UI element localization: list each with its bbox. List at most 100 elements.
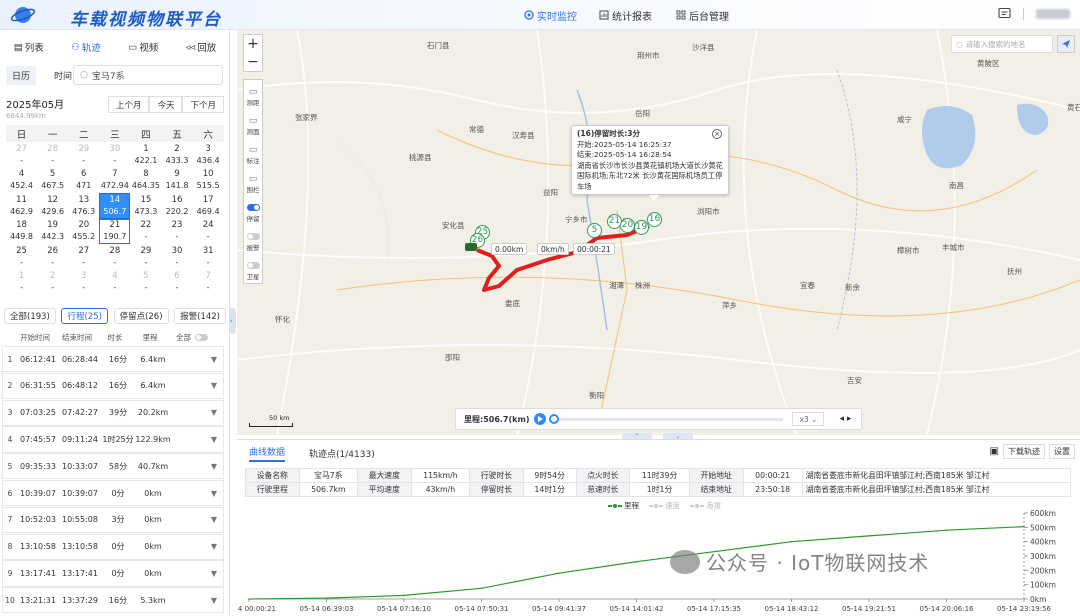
map-tool[interactable]: ▭测面: [243, 109, 263, 138]
calendar-day[interactable]: 7-: [193, 270, 224, 296]
export-icon[interactable]: ▣: [990, 446, 999, 457]
expand-all-toggle[interactable]: [195, 334, 208, 341]
table-row[interactable]: 509:35:3310:33:0758分40.7km▼: [2, 453, 224, 479]
chevron-down-icon[interactable]: ▼: [205, 381, 223, 390]
stop-marker[interactable]: 20: [620, 218, 635, 233]
tab-playback[interactable]: ◃◃回放: [186, 40, 217, 54]
chevron-down-icon[interactable]: ▼: [205, 489, 223, 498]
calendar-day[interactable]: 2433.3: [161, 142, 192, 168]
calendar-day[interactable]: 14506.7: [99, 193, 130, 219]
chevron-down-icon[interactable]: ▼: [205, 542, 223, 551]
chevron-down-icon[interactable]: ▼: [205, 569, 223, 578]
chevron-down-icon[interactable]: ▼: [205, 596, 223, 605]
calendar-day[interactable]: 18449.8: [6, 219, 37, 245]
calendar-day[interactable]: 4452.4: [6, 168, 37, 194]
calendar-day[interactable]: 21190.7: [99, 219, 130, 245]
chevron-down-icon[interactable]: ▼: [205, 435, 223, 444]
calendar-day[interactable]: 3436.4: [193, 142, 224, 168]
calendar-day[interactable]: 6471: [68, 168, 99, 194]
calendar-day[interactable]: 30-: [161, 244, 192, 270]
map-tool[interactable]: ▭围栏: [243, 167, 263, 196]
vehicle-search[interactable]: ○ 宝马7系: [73, 65, 223, 85]
tool-toggle[interactable]: [247, 204, 260, 211]
calendar-day[interactable]: 16220.2: [161, 193, 192, 219]
calendar-day[interactable]: 22-: [130, 219, 161, 245]
stop-marker[interactable]: 5: [587, 223, 602, 238]
map-tool[interactable]: 停留: [243, 196, 263, 225]
map-tool[interactable]: ▭测距: [243, 80, 263, 109]
calendar-day[interactable]: 3-: [68, 270, 99, 296]
navigate-button[interactable]: [1057, 35, 1075, 53]
filter-button[interactable]: 停留点(26): [114, 308, 169, 324]
nav-realtime-monitor[interactable]: 实时监控: [524, 0, 577, 30]
calendar-day[interactable]: 13476.3: [68, 193, 99, 219]
map-tool[interactable]: 卫星: [243, 254, 263, 283]
prev-month-button[interactable]: 上个月: [108, 96, 150, 113]
table-row[interactable]: 307:03:2507:42:2739分20.2km▼: [2, 400, 224, 426]
map[interactable]: 石门县荆州市沙洋县黄陂区张家界常德汉寿县岳阳咸宁黄石桃源县南昌益阳宁乡市长沙安化…: [237, 30, 1080, 435]
speed-select[interactable]: x3 ⌄: [792, 412, 824, 426]
calendar-day[interactable]: 5467.5: [37, 168, 68, 194]
chevron-down-icon[interactable]: ▼: [205, 355, 223, 364]
close-icon[interactable]: ×: [712, 129, 722, 139]
tab-curve-data[interactable]: 曲线数据: [249, 445, 285, 462]
tool-toggle[interactable]: [247, 233, 260, 240]
calendar-day[interactable]: 10515.5: [193, 168, 224, 194]
playback-slider[interactable]: [553, 418, 783, 421]
calendar-day[interactable]: 15473.3: [130, 193, 161, 219]
calendar-day[interactable]: 30-: [99, 142, 130, 168]
calendar-day[interactable]: 11462.9: [6, 193, 37, 219]
calendar-day[interactable]: 12429.6: [37, 193, 68, 219]
slider-knob[interactable]: [549, 414, 559, 424]
next-month-button[interactable]: 下个月: [182, 96, 224, 113]
play-button[interactable]: [534, 413, 546, 425]
calendar-day[interactable]: 5-: [130, 270, 161, 296]
table-row[interactable]: 1013:21:3113:37:2916分5.3km▼: [2, 587, 224, 613]
tab-video[interactable]: ▭视频: [128, 40, 158, 54]
calendar-day[interactable]: 27-: [68, 244, 99, 270]
calendar-day[interactable]: 24-: [193, 219, 224, 245]
calendar-day[interactable]: 26-: [37, 244, 68, 270]
map-tool[interactable]: ▭标注: [243, 138, 263, 167]
table-row[interactable]: 106:12:4106:28:4416分6.4km▼: [2, 346, 224, 372]
filter-button[interactable]: 行程(25): [61, 308, 107, 324]
calendar-day[interactable]: 28-: [37, 142, 68, 168]
calendar-day[interactable]: 23-: [161, 219, 192, 245]
step-buttons[interactable]: ◂ ▸: [839, 414, 851, 424]
table-row[interactable]: 710:52:0310:55:083分0km▼: [2, 507, 224, 533]
map-search-input[interactable]: ○ 请输入搜索的地名: [951, 35, 1053, 53]
calendar-day[interactable]: 1422.1: [130, 142, 161, 168]
calendar-day[interactable]: 19442.3: [37, 219, 68, 245]
chevron-down-icon[interactable]: ▼: [205, 462, 223, 471]
today-button[interactable]: 今天: [149, 96, 182, 113]
filter-button[interactable]: 报警(142): [174, 308, 226, 324]
tool-toggle[interactable]: [247, 262, 260, 269]
calendar-day[interactable]: 6-: [161, 270, 192, 296]
tab-list[interactable]: ▤列表: [14, 40, 44, 54]
calendar-day[interactable]: 17469.4: [193, 193, 224, 219]
message-icon[interactable]: [998, 7, 1011, 20]
calendar-day[interactable]: 28-: [99, 244, 130, 270]
tab-calendar[interactable]: 日历: [6, 66, 36, 85]
chevron-down-icon[interactable]: ▼: [205, 515, 223, 524]
download-track-button[interactable]: 下载轨迹: [1003, 444, 1045, 459]
tab-track-points[interactable]: 轨迹点(1/4133): [309, 447, 375, 460]
stop-marker[interactable]: 16: [647, 212, 662, 227]
settings-button[interactable]: 设置: [1049, 444, 1075, 459]
calendar-day[interactable]: 8464.35: [130, 168, 161, 194]
zoom-in-button[interactable]: +: [247, 35, 259, 53]
filter-button[interactable]: 全部(193): [4, 308, 56, 324]
user-name[interactable]: [1036, 9, 1070, 19]
calendar-day[interactable]: 20455.2: [68, 219, 99, 245]
calendar-day[interactable]: 29-: [68, 142, 99, 168]
calendar-day[interactable]: 29-: [130, 244, 161, 270]
table-row[interactable]: 610:39:0710:39:070分0km▼: [2, 480, 224, 506]
table-row[interactable]: 407:45:5709:11:241时25分122.9km▼: [2, 426, 224, 452]
calendar-day[interactable]: 27-: [6, 142, 37, 168]
calendar-day[interactable]: 4-: [99, 270, 130, 296]
table-row[interactable]: 206:31:5506:48:1216分6.4km▼: [2, 373, 224, 399]
calendar-day[interactable]: 9141.8: [161, 168, 192, 194]
map-tool[interactable]: 报警: [243, 225, 263, 254]
calendar-day[interactable]: 31-: [193, 244, 224, 270]
collapse-left-handle[interactable]: ‹: [230, 308, 236, 334]
